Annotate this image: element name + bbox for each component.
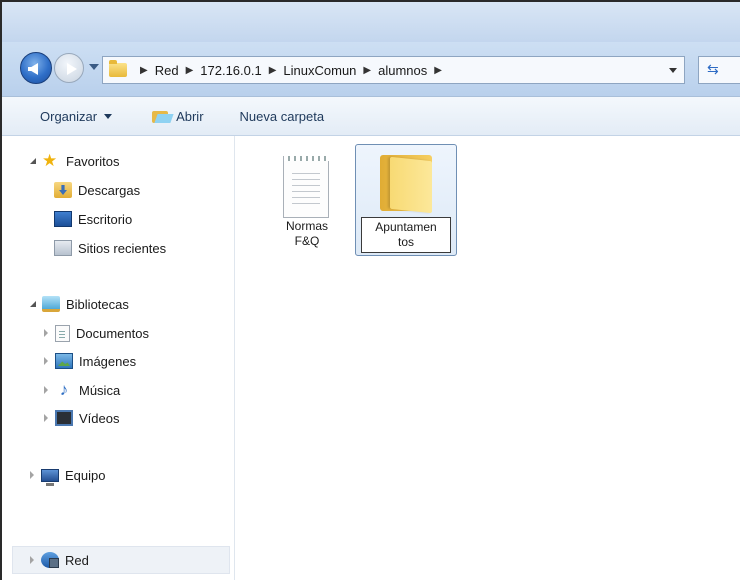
expanded-arrow-icon[interactable]: [30, 301, 36, 307]
collapsed-arrow-icon[interactable]: [30, 556, 34, 564]
libraries-icon: [42, 296, 60, 312]
chevron-down-icon: [104, 113, 113, 119]
sidebar-item-imagenes[interactable]: Imágenes: [44, 348, 136, 374]
back-button[interactable]: [20, 52, 52, 84]
chevron-right-icon[interactable]: ▶: [186, 65, 194, 76]
chevron-right-icon[interactable]: ▶: [269, 65, 277, 76]
breadcrumb-ip[interactable]: 172.16.0.1: [200, 63, 261, 78]
command-bar: Organizar Abrir Nueva carpeta: [2, 97, 740, 136]
sidebar-item-escritorio[interactable]: Escritorio: [54, 206, 132, 232]
music-icon: ♪: [59, 380, 69, 399]
file-label[interactable]: Apuntamen tos: [361, 217, 451, 253]
breadcrumb-alumnos[interactable]: alumnos: [378, 63, 427, 78]
refresh-button[interactable]: ⇆: [698, 56, 740, 84]
sidebar-item-label: Sitios recientes: [78, 240, 167, 256]
videos-icon: [55, 410, 73, 426]
sidebar-item-label: Imágenes: [79, 353, 137, 369]
recent-pages-dropdown[interactable]: [89, 64, 99, 70]
sidebar-item-label: Bibliotecas: [66, 296, 129, 312]
sidebar-item-label: Descargas: [78, 182, 141, 198]
sidebar-item-label: Música: [79, 382, 121, 398]
documents-icon: [55, 324, 70, 342]
collapsed-arrow-icon[interactable]: [44, 357, 48, 365]
refresh-icon: ⇆: [707, 61, 719, 77]
open-folder-icon: [152, 108, 172, 124]
chevron-right-icon[interactable]: ▶: [140, 65, 148, 76]
folder-icon: [380, 155, 432, 214]
address-bar-area: ▶ Red ▶ 172.16.0.1 ▶ LinuxComun ▶ alumno…: [2, 42, 740, 97]
address-dropdown-icon[interactable]: [669, 68, 677, 73]
chevron-right-icon[interactable]: ▶: [434, 65, 442, 76]
organize-button[interactable]: Organizar: [40, 108, 113, 124]
star-icon: ★: [42, 151, 58, 170]
file-name-line: Apuntamen: [375, 220, 437, 234]
breadcrumb-red[interactable]: Red: [155, 63, 179, 78]
sidebar-item-sitios-recientes[interactable]: Sitios recientes: [54, 235, 166, 261]
folder-icon: [109, 60, 127, 77]
open-button[interactable]: Abrir: [152, 108, 204, 124]
sidebar-item-label: Escritorio: [78, 211, 133, 227]
arrow-right-icon: [67, 63, 77, 75]
sidebar-item-label: Documentos: [76, 325, 149, 341]
folder-item-selected[interactable]: Apuntamen tos: [355, 144, 457, 256]
text-document-icon: [283, 156, 329, 218]
file-name-line: Normas: [285, 219, 328, 233]
sidebar-item-bibliotecas[interactable]: Bibliotecas: [30, 291, 129, 317]
sidebar-item-descargas[interactable]: Descargas: [54, 177, 140, 203]
chevron-right-icon[interactable]: ▶: [363, 65, 371, 76]
organize-label: Organizar: [40, 108, 98, 124]
new-folder-label: Nueva carpeta: [239, 108, 325, 124]
computer-icon: [41, 468, 59, 486]
collapsed-arrow-icon[interactable]: [44, 386, 48, 394]
collapsed-arrow-icon[interactable]: [44, 329, 48, 337]
expanded-arrow-icon[interactable]: [30, 158, 36, 164]
file-name-line: F&Q: [294, 234, 320, 248]
collapsed-arrow-icon[interactable]: [30, 471, 34, 479]
sidebar-item-favoritos[interactable]: ★ Favoritos: [30, 148, 119, 174]
title-bar: [2, 2, 740, 42]
network-icon: [41, 552, 59, 568]
file-name-line: tos: [397, 235, 414, 249]
downloads-icon: [54, 182, 72, 198]
sidebar-item-label: Red: [65, 552, 89, 568]
file-label: Normas F&Q: [263, 219, 351, 249]
sidebar-item-label: Equipo: [65, 467, 106, 483]
new-folder-button[interactable]: Nueva carpeta: [240, 109, 325, 124]
arrow-left-icon: [28, 63, 38, 75]
open-label: Abrir: [176, 108, 204, 124]
sidebar-item-musica[interactable]: ♪ Música: [44, 377, 120, 403]
sidebar-item-equipo[interactable]: Equipo: [30, 462, 105, 488]
navigation-pane: ★ Favoritos Descargas Escritorio Sitios …: [2, 136, 235, 580]
sidebar-item-label: Vídeos: [79, 410, 120, 426]
recent-places-icon: [54, 240, 72, 256]
breadcrumb-linuxcomun[interactable]: LinuxComun: [283, 63, 356, 78]
sidebar-item-label: Favoritos: [66, 153, 120, 169]
pictures-icon: [55, 353, 73, 369]
file-list-pane: Normas F&Q Apuntamen tos: [235, 136, 740, 580]
collapsed-arrow-icon[interactable]: [44, 414, 48, 422]
sidebar-item-videos[interactable]: Vídeos: [44, 405, 119, 431]
sidebar-item-red[interactable]: Red: [30, 547, 89, 573]
address-field[interactable]: ▶ Red ▶ 172.16.0.1 ▶ LinuxComun ▶ alumno…: [102, 56, 685, 84]
sidebar-item-documentos[interactable]: Documentos: [44, 320, 149, 346]
file-item[interactable]: Normas F&Q: [263, 144, 351, 256]
forward-button[interactable]: [54, 53, 84, 83]
desktop-icon: [54, 211, 72, 227]
